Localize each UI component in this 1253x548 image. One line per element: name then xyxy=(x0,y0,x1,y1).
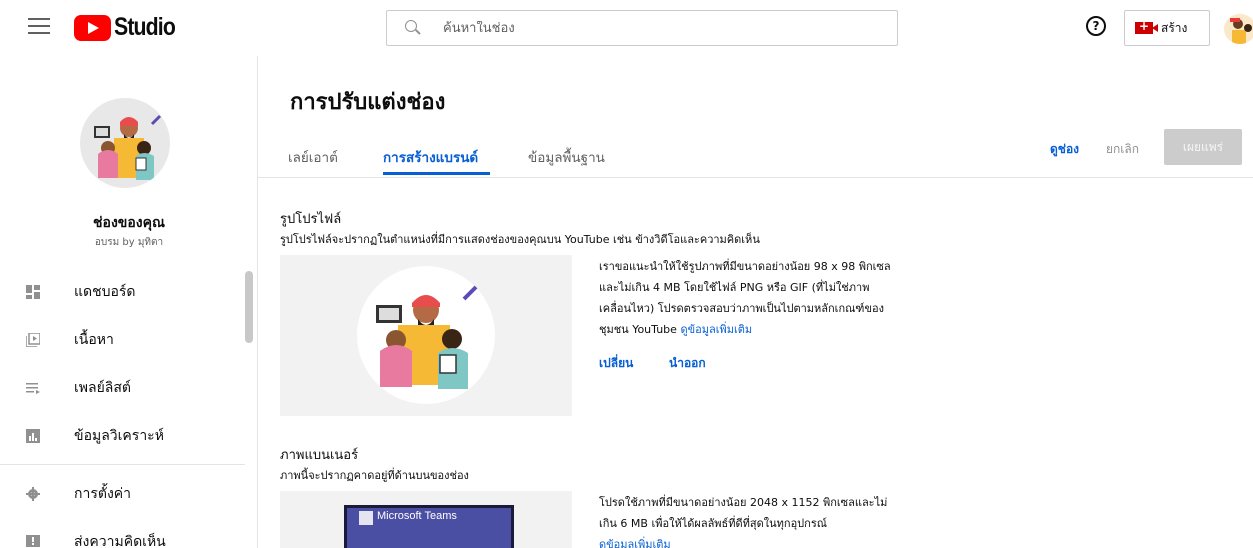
publish-button[interactable]: เผยแพร่ xyxy=(1164,129,1242,165)
analytics-icon xyxy=(26,429,40,443)
profile-help-text: เราขอแนะนำให้ใช้รูปภาพที่มีขนาดอย่างน้อย… xyxy=(599,256,939,340)
sidebar-item-analytics[interactable]: ข้อมูลวิเคราะห์ xyxy=(0,412,245,460)
banner-image: Microsoft Teams xyxy=(344,505,514,548)
dashboard-icon xyxy=(26,285,40,299)
channel-name: ช่องของคุณ xyxy=(93,215,165,231)
youtube-studio-logo[interactable]: Studio xyxy=(74,13,186,42)
main-content: การปรับแต่งช่อง เลย์เอาต์ การสร้างแบรนด์… xyxy=(258,56,1253,548)
banner-learn-more-link[interactable]: ดูข้อมูลเพิ่มเติม xyxy=(599,534,939,548)
gear-icon xyxy=(26,487,40,501)
playlist-icon xyxy=(26,383,40,394)
youtube-play-icon xyxy=(74,14,111,41)
sidebar-item-label: ข้อมูลวิเคราะห์ xyxy=(74,428,164,444)
profile-help-line: ชุมชน YouTube xyxy=(599,323,677,336)
help-icon[interactable]: ? xyxy=(1086,16,1106,36)
tab-bar: เลย์เอาต์ การสร้างแบรนด์ ข้อมูลพื้นฐาน xyxy=(258,130,1253,178)
video-create-icon xyxy=(1135,19,1158,34)
sidebar-item-label: เนื้อหา xyxy=(74,332,114,348)
page-title: การปรับแต่งช่อง xyxy=(290,90,446,115)
profile-learn-more-link[interactable]: ดูข้อมูลเพิ่มเติม xyxy=(680,323,752,336)
banner-section-title: ภาพแบนเนอร์ xyxy=(280,448,359,463)
view-channel-button[interactable]: ดูช่อง xyxy=(1050,140,1079,159)
cancel-button[interactable]: ยกเลิก xyxy=(1106,140,1139,159)
menu-icon[interactable] xyxy=(28,18,50,36)
channel-avatar[interactable] xyxy=(80,98,170,188)
sidebar-item-label: การตั้งค่า xyxy=(74,486,132,502)
top-bar: Studio ? สร้าง xyxy=(0,0,1253,56)
sidebar-item-label: แดชบอร์ด xyxy=(74,284,136,300)
search-icon[interactable] xyxy=(403,18,423,38)
banner-help-text: โปรดใช้ภาพที่มีขนาดอย่างน้อย 2048 x 1152… xyxy=(599,492,939,548)
change-profile-button[interactable]: เปลี่ยน xyxy=(599,354,633,373)
banner-preview: Microsoft Teams xyxy=(280,491,572,548)
profile-help-line: เราขอแนะนำให้ใช้รูปภาพที่มีขนาดอย่างน้อย… xyxy=(599,260,891,273)
profile-section-desc: รูปโปรไฟล์จะปรากฏในตำแหน่งที่มีการแสดงช่… xyxy=(280,233,760,246)
sidebar-scrollbar[interactable] xyxy=(245,271,253,343)
tab-layout[interactable]: เลย์เอาต์ xyxy=(288,146,338,168)
banner-image-text: Microsoft Teams xyxy=(377,510,457,522)
profile-help-line: และไม่เกิน 4 MB โดยใช้ไฟล์ PNG หรือ GIF … xyxy=(599,281,870,294)
channel-subtitle: อบรม by มุทิตา xyxy=(94,237,164,248)
remove-profile-button[interactable]: นำออก xyxy=(669,354,706,373)
search-input[interactable] xyxy=(443,20,843,36)
create-button[interactable]: สร้าง xyxy=(1124,10,1210,46)
sidebar: ช่องของคุณ อบรม by มุทิตา แดชบอร์ด เนื้อ… xyxy=(0,56,258,548)
tab-branding[interactable]: การสร้างแบรนด์ xyxy=(383,146,478,168)
banner-help-line: โปรดใช้ภาพที่มีขนาดอย่างน้อย 2048 x 1152… xyxy=(599,496,888,509)
banner-section-desc: ภาพนี้จะปรากฏคาดอยู่ที่ด้านบนของช่อง xyxy=(280,469,469,482)
active-tab-indicator xyxy=(383,172,490,175)
teams-logo-icon xyxy=(359,511,373,525)
create-label: สร้าง xyxy=(1161,20,1188,35)
sidebar-divider xyxy=(0,464,245,465)
profile-help-line-wrapper: ชุมชน YouTube ดูข้อมูลเพิ่มเติม xyxy=(599,319,939,340)
feedback-icon xyxy=(26,535,40,547)
sidebar-item-playlists[interactable]: เพลย์ลิสต์ xyxy=(0,364,245,412)
sidebar-item-feedback[interactable]: ส่งความคิดเห็น xyxy=(0,518,245,548)
sidebar-item-content[interactable]: เนื้อหา xyxy=(0,316,245,364)
account-avatar[interactable] xyxy=(1224,14,1253,44)
sidebar-item-settings[interactable]: การตั้งค่า xyxy=(0,470,245,518)
sidebar-item-label: เพลย์ลิสต์ xyxy=(74,380,132,396)
profile-preview xyxy=(280,255,572,416)
content-icon xyxy=(26,333,40,347)
logo-text: Studio xyxy=(114,13,176,41)
search-box[interactable] xyxy=(386,10,898,46)
sidebar-item-dashboard[interactable]: แดชบอร์ด xyxy=(0,268,245,316)
sidebar-item-label: ส่งความคิดเห็น xyxy=(74,534,166,548)
profile-section-title: รูปโปรไฟล์ xyxy=(280,212,342,227)
tab-basic-info[interactable]: ข้อมูลพื้นฐาน xyxy=(528,146,605,168)
profile-help-line: เคลื่อนไหว) โปรดตรวจสอบว่าภาพเป็นไปตามหล… xyxy=(599,302,884,315)
profile-picture-image xyxy=(357,266,495,404)
banner-help-line: เกิน 6 MB เพื่อให้ได้ผลลัพธ์ที่ดีที่สุดใ… xyxy=(599,517,827,530)
